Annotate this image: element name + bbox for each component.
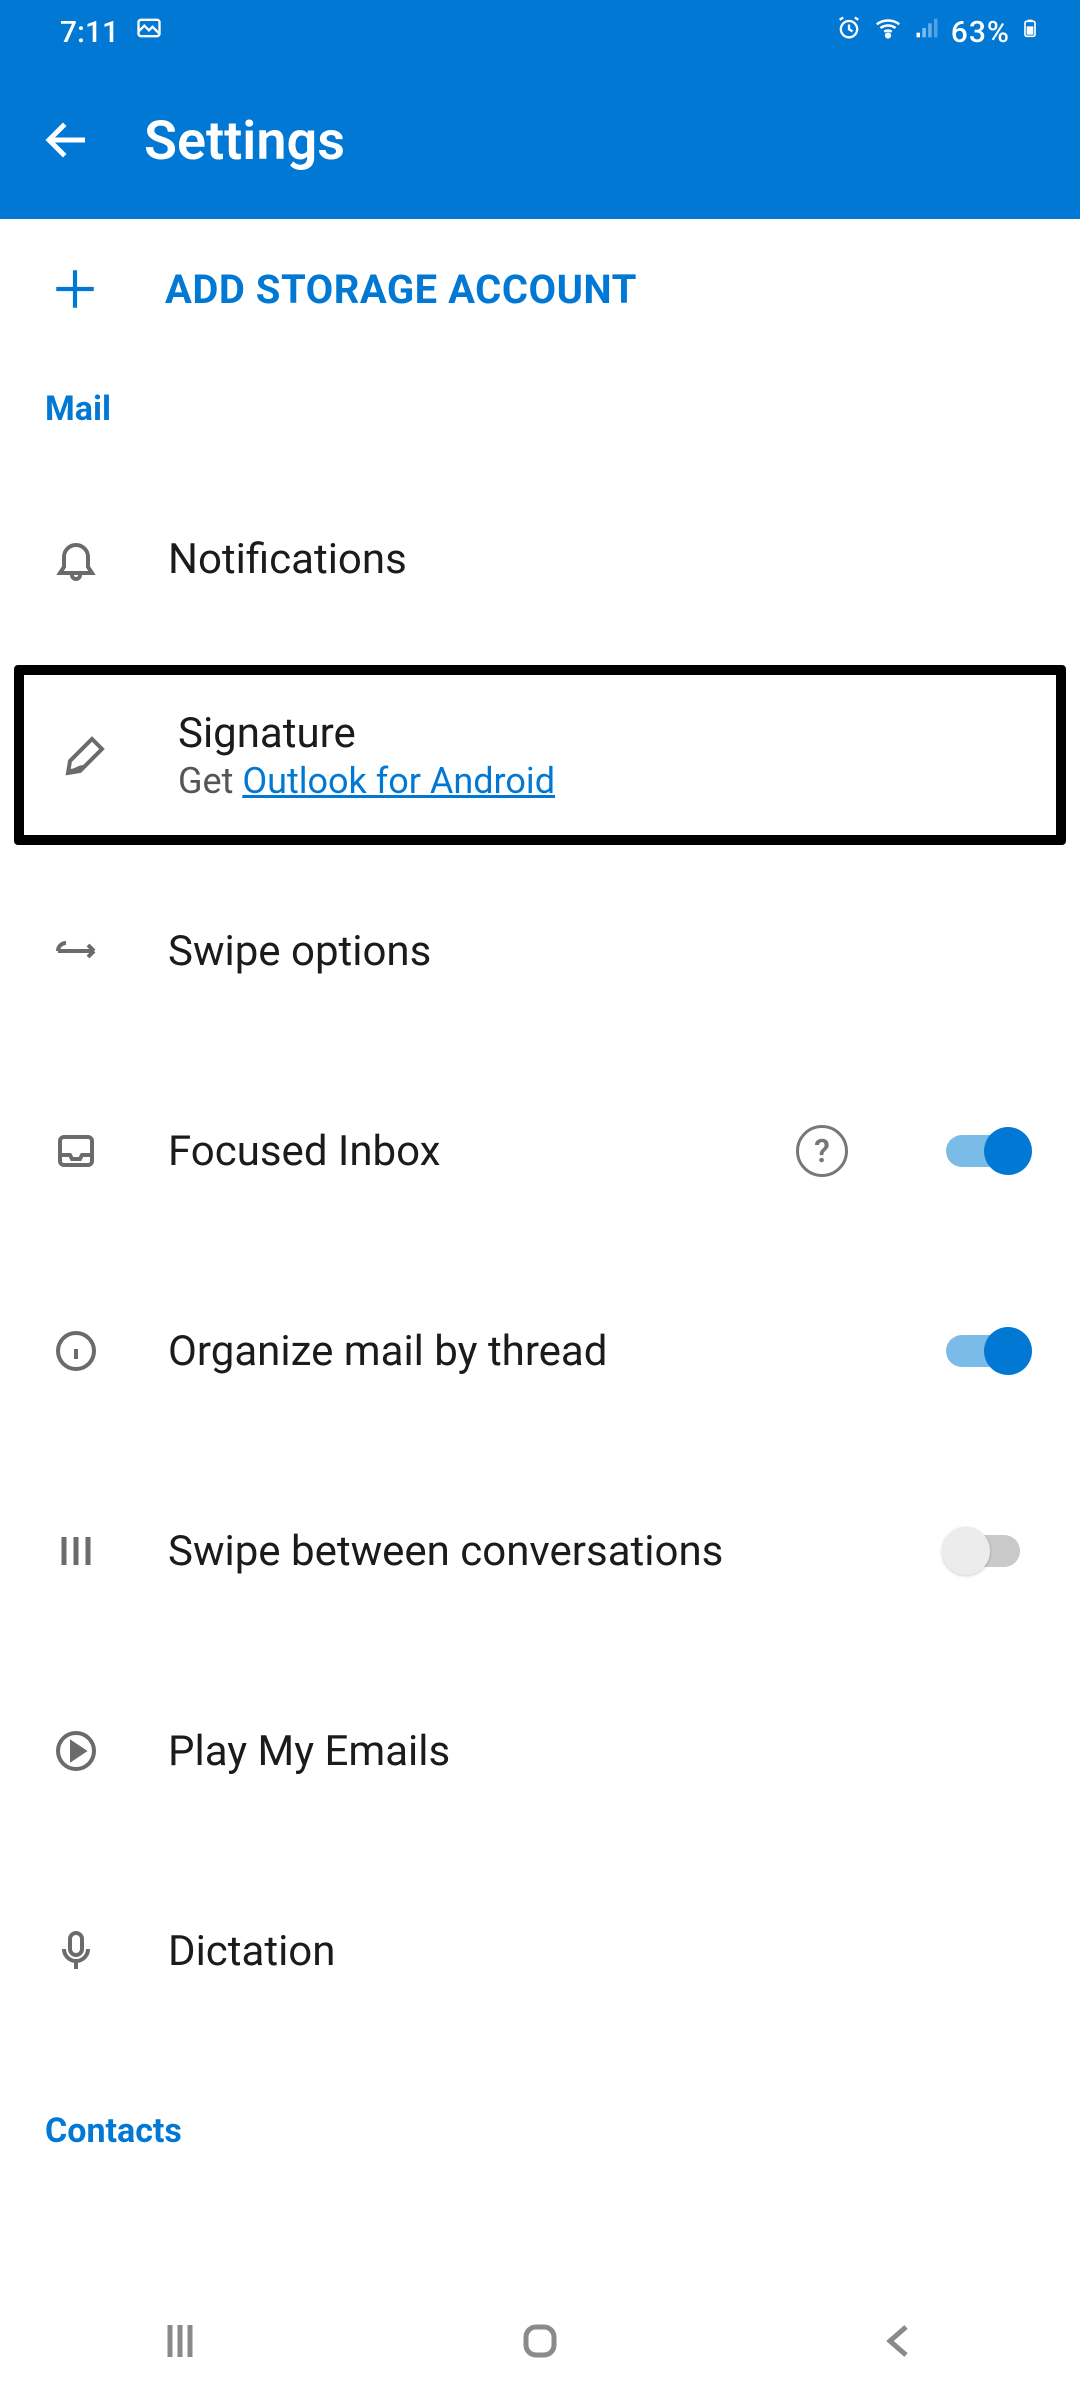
battery-icon bbox=[1020, 13, 1040, 51]
battery-percent: 63% bbox=[951, 15, 1010, 50]
play-emails-row[interactable]: Play My Emails bbox=[0, 1651, 1080, 1851]
dictation-row[interactable]: Dictation bbox=[0, 1851, 1080, 2051]
help-icon[interactable]: ? bbox=[796, 1125, 848, 1177]
notifications-label: Notifications bbox=[168, 535, 1032, 584]
signature-row[interactable]: Signature Get Outlook for Android bbox=[24, 675, 1056, 835]
status-time: 7:11 bbox=[60, 15, 119, 50]
app-header: Settings bbox=[0, 64, 1080, 219]
section-contacts: Contacts bbox=[0, 2051, 1080, 2181]
organize-thread-label: Organize mail by thread bbox=[168, 1327, 878, 1376]
pen-icon bbox=[58, 727, 114, 783]
plus-icon bbox=[50, 263, 100, 315]
android-nav-bar bbox=[0, 2278, 1080, 2408]
focused-inbox-row: Focused Inbox ? bbox=[0, 1051, 1080, 1251]
swipe-conversations-label: Swipe between conversations bbox=[168, 1527, 878, 1576]
signal-icon bbox=[913, 14, 941, 50]
swipe-conversations-row: Swipe between conversations bbox=[0, 1451, 1080, 1651]
bell-icon bbox=[48, 531, 104, 587]
focused-inbox-label: Focused Inbox bbox=[168, 1127, 732, 1176]
mic-icon bbox=[48, 1923, 104, 1979]
focused-inbox-toggle[interactable] bbox=[942, 1125, 1032, 1177]
signature-highlight: Signature Get Outlook for Android bbox=[14, 665, 1066, 845]
swipe-options-label: Swipe options bbox=[168, 927, 1032, 976]
wifi-icon bbox=[873, 13, 903, 51]
status-bar: 7:11 63% bbox=[0, 0, 1080, 64]
section-mail: Mail bbox=[0, 359, 1080, 459]
recents-button[interactable] bbox=[156, 2317, 204, 2369]
outlook-android-link[interactable]: Outlook for Android bbox=[242, 760, 555, 802]
swipe-conversations-toggle[interactable] bbox=[942, 1525, 1032, 1577]
columns-icon bbox=[48, 1523, 104, 1579]
notifications-row[interactable]: Notifications bbox=[0, 459, 1080, 659]
add-storage-label: ADD STORAGE ACCOUNT bbox=[165, 266, 637, 313]
signature-subtitle: Get Outlook for Android bbox=[178, 760, 1008, 802]
add-storage-account-button[interactable]: ADD STORAGE ACCOUNT bbox=[0, 219, 1080, 359]
inbox-icon bbox=[48, 1123, 104, 1179]
home-button[interactable] bbox=[516, 2317, 564, 2369]
play-emails-label: Play My Emails bbox=[168, 1727, 1032, 1776]
organize-thread-toggle[interactable] bbox=[942, 1325, 1032, 1377]
back-button[interactable] bbox=[40, 113, 94, 171]
info-icon bbox=[48, 1323, 104, 1379]
play-icon bbox=[48, 1723, 104, 1779]
android-back-button[interactable] bbox=[876, 2317, 924, 2369]
signature-label: Signature bbox=[178, 709, 1008, 758]
picture-icon bbox=[135, 14, 163, 50]
dictation-label: Dictation bbox=[168, 1927, 1032, 1976]
alarm-icon bbox=[835, 14, 863, 50]
organize-thread-row: Organize mail by thread bbox=[0, 1251, 1080, 1451]
swipe-options-row[interactable]: Swipe options bbox=[0, 851, 1080, 1051]
swipe-icon bbox=[48, 923, 104, 979]
page-title: Settings bbox=[144, 110, 345, 173]
